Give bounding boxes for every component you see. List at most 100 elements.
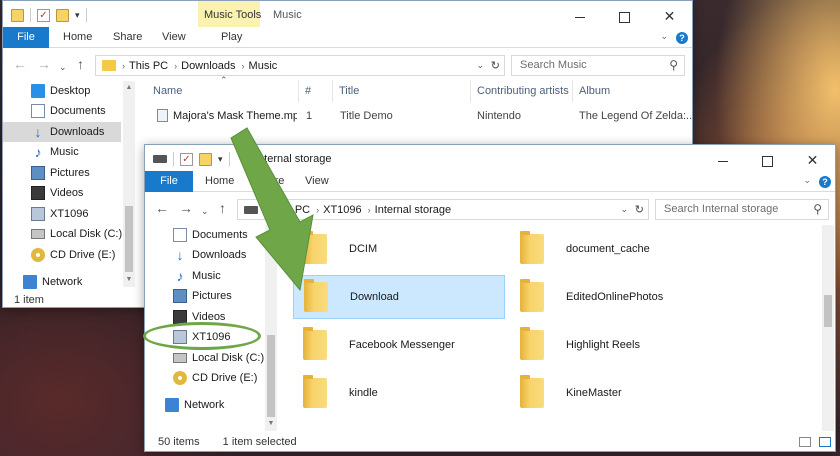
- documents-icon: [173, 228, 187, 242]
- customize-toolbar-icon[interactable]: ▾: [218, 154, 223, 165]
- properties-icon[interactable]: ✓: [180, 152, 193, 166]
- storage-address-bar[interactable]: › This PC › XT1096 › Internal storage ⌄ …: [237, 199, 649, 220]
- back-arrow-icon[interactable]: ←: [155, 201, 169, 215]
- tab-play[interactable]: Play: [221, 27, 242, 48]
- folder-icon: [303, 231, 327, 264]
- sidebar-item-videos[interactable]: Videos: [3, 183, 135, 203]
- scroll-down-icon[interactable]: ▼: [123, 273, 135, 287]
- folder-item-highlight-reels[interactable]: Highlight Reels: [510, 323, 722, 367]
- folder-item-kindle[interactable]: kindle: [293, 371, 505, 415]
- cell-album: The Legend Of Zelda:...: [579, 110, 693, 122]
- videos-icon: [31, 186, 45, 200]
- storage-window: ✓ ▾ Internal storage ✕ File Home Share V…: [144, 144, 836, 452]
- folder-item-document-cache[interactable]: document_cache: [510, 227, 722, 271]
- sidebar-item-local-disk[interactable]: Local Disk (C:): [145, 348, 265, 368]
- xt1096-highlight-oval: [143, 322, 261, 350]
- sidebar-item-desktop[interactable]: Desktop: [3, 81, 135, 101]
- sidebar-item-pictures[interactable]: Pictures: [145, 286, 265, 306]
- up-arrow-icon[interactable]: ↑: [77, 57, 84, 71]
- search-icon[interactable]: ⚲: [813, 200, 822, 219]
- music-nav-scrollbar[interactable]: ▲ ▼: [123, 81, 135, 287]
- tab-view[interactable]: View: [305, 171, 329, 192]
- details-view-icon[interactable]: [799, 437, 811, 447]
- sidebar-item-local-disk[interactable]: Local Disk (C:): [3, 224, 135, 244]
- breadcrumb-internal-storage[interactable]: Internal storage: [375, 204, 451, 216]
- scrollbar-thumb[interactable]: [824, 295, 832, 327]
- sidebar-item-cd-drive[interactable]: CD Drive (E:): [3, 245, 135, 265]
- music-search-input[interactable]: Search Music ⚲: [511, 55, 685, 76]
- disk-icon: [173, 353, 187, 363]
- breadcrumb-music[interactable]: Music: [249, 60, 278, 72]
- tab-file[interactable]: File: [3, 27, 49, 48]
- table-row[interactable]: Majora's Mask Theme.mp3 1 Title Demo Nin…: [147, 107, 693, 125]
- column-header-album[interactable]: Album: [573, 80, 692, 102]
- folder-item-dcim[interactable]: DCIM: [293, 227, 505, 271]
- refresh-icon[interactable]: ↻: [491, 59, 500, 72]
- expand-ribbon-icon[interactable]: ⌄: [660, 31, 668, 42]
- tab-share[interactable]: Share: [113, 27, 142, 48]
- column-header-artists[interactable]: Contributing artists: [471, 80, 573, 102]
- expand-ribbon-icon[interactable]: ⌄: [803, 175, 811, 186]
- breadcrumb-this-pc[interactable]: This PC: [129, 60, 168, 72]
- forward-arrow-icon[interactable]: →: [37, 57, 51, 71]
- storage-nav-scrollbar[interactable]: ▲ ▼: [265, 225, 277, 431]
- customize-toolbar-icon[interactable]: ▾: [75, 10, 80, 21]
- sidebar-item-downloads[interactable]: ↓ Downloads: [3, 122, 121, 142]
- folder-item-facebook-messenger[interactable]: Facebook Messenger: [293, 323, 505, 367]
- refresh-icon[interactable]: ↻: [635, 203, 644, 216]
- up-arrow-icon[interactable]: ↑: [219, 201, 226, 215]
- sidebar-item-documents[interactable]: Documents: [145, 225, 265, 245]
- breadcrumb-downloads[interactable]: Downloads: [181, 60, 235, 72]
- sidebar-item-pictures[interactable]: Pictures: [3, 163, 135, 183]
- desktop-icon: [31, 84, 45, 98]
- help-icon[interactable]: ?: [676, 32, 688, 44]
- recent-locations-icon[interactable]: ⌄: [201, 204, 209, 218]
- column-header-number[interactable]: #: [299, 80, 333, 102]
- music-address-bar[interactable]: › This PC › Downloads › Music ⌄ ↻: [95, 55, 505, 76]
- folder-icon: [520, 375, 544, 408]
- folder-grid: DCIM document_cache Download EditedOnlin…: [279, 225, 819, 431]
- recent-locations-icon[interactable]: ⌄: [59, 60, 67, 74]
- sidebar-item-xt1096[interactable]: XT1096: [3, 204, 135, 224]
- tab-home[interactable]: Home: [63, 27, 92, 48]
- back-arrow-icon[interactable]: ←: [13, 57, 27, 71]
- disk-icon: [31, 229, 45, 239]
- new-folder-icon[interactable]: [56, 8, 69, 22]
- new-folder-icon[interactable]: [199, 152, 212, 166]
- music-navigation-pane: Desktop Documents ↓ Downloads ♪ Music Pi…: [3, 81, 135, 289]
- storage-content-scrollbar[interactable]: [822, 225, 834, 431]
- tab-file[interactable]: File: [145, 171, 193, 192]
- folder-item-download[interactable]: Download: [293, 275, 505, 319]
- folder-item-edited-online-photos[interactable]: EditedOnlinePhotos: [510, 275, 722, 319]
- sidebar-item-cd-drive[interactable]: CD Drive (E:): [145, 368, 265, 388]
- scrollbar-thumb[interactable]: [267, 335, 275, 417]
- sidebar-item-downloads[interactable]: ↓ Downloads: [145, 245, 265, 265]
- storage-search-input[interactable]: Search Internal storage ⚲: [655, 199, 829, 220]
- scroll-down-icon[interactable]: ▼: [265, 417, 277, 431]
- properties-icon[interactable]: ✓: [37, 8, 50, 22]
- scroll-up-icon[interactable]: ▲: [265, 225, 277, 239]
- folder-icon: [304, 279, 328, 312]
- column-header-title[interactable]: Title: [333, 80, 471, 102]
- network-icon: [165, 398, 179, 412]
- column-header-name[interactable]: Name: [147, 80, 299, 102]
- tab-share[interactable]: Share: [255, 171, 284, 192]
- folder-icon: [520, 231, 544, 264]
- forward-arrow-icon[interactable]: →: [179, 201, 193, 215]
- breadcrumb-this-pc[interactable]: This PC: [271, 204, 310, 216]
- sidebar-item-network[interactable]: Network: [145, 395, 265, 415]
- scroll-up-icon[interactable]: ▲: [123, 81, 135, 95]
- large-icons-view-icon[interactable]: [819, 437, 831, 447]
- search-icon[interactable]: ⚲: [669, 56, 678, 75]
- sidebar-item-music[interactable]: ♪ Music: [145, 266, 265, 286]
- address-dropdown-icon[interactable]: ⌄: [476, 60, 484, 71]
- breadcrumb-xt1096[interactable]: XT1096: [323, 204, 362, 216]
- folder-item-kinemaster[interactable]: KineMaster: [510, 371, 722, 415]
- help-icon[interactable]: ?: [819, 176, 831, 188]
- tab-view[interactable]: View: [162, 27, 186, 48]
- scrollbar-thumb[interactable]: [125, 206, 133, 272]
- sidebar-item-music[interactable]: ♪ Music: [3, 142, 135, 162]
- tab-home[interactable]: Home: [205, 171, 234, 192]
- address-dropdown-icon[interactable]: ⌄: [620, 204, 628, 215]
- sidebar-item-documents[interactable]: Documents: [3, 101, 135, 121]
